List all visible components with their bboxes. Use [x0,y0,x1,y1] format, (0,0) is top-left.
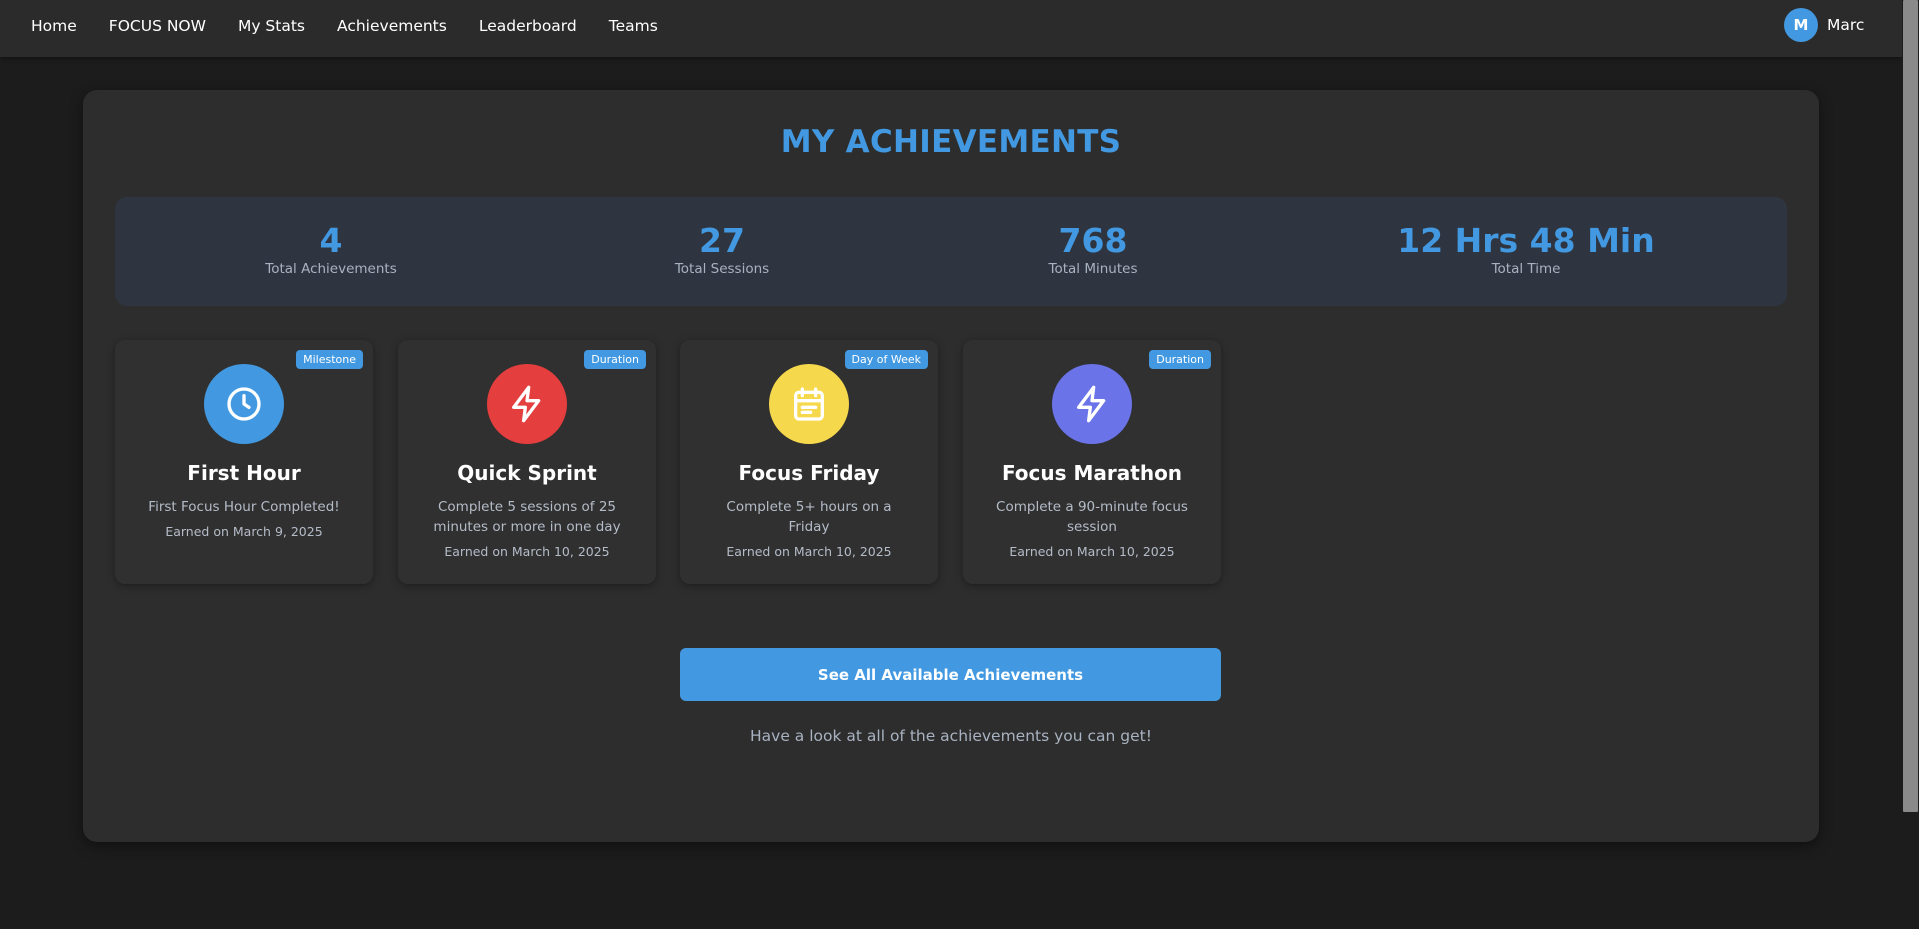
achievements-panel: MY ACHIEVEMENTS 4 Total Achievements 27 … [83,90,1819,842]
user-name[interactable]: Marc [1827,16,1864,34]
stat-value: 27 [699,221,745,260]
nav-link-teams[interactable]: Teams [609,17,658,35]
achievement-card-focus-marathon[interactable]: Duration Focus Marathon Complete a 90-mi… [963,340,1221,584]
calendar-icon [794,387,824,421]
stat-value: 4 [319,221,343,260]
achievement-title: Focus Marathon [1001,461,1183,485]
category-badge: Duration [1149,350,1211,369]
stat-value: 12 Hrs 48 Min [1397,221,1655,260]
stat-total-minutes: 768 Total Minutes [1048,221,1138,278]
nav-links: Home FOCUS NOW My Stats Achievements Lea… [31,0,690,51]
avatar[interactable]: M [1784,8,1818,42]
category-badge: Duration [584,350,646,369]
nav-link-home[interactable]: Home [31,17,77,35]
stat-label: Total Achievements [265,261,397,277]
stats-summary: 4 Total Achievements 27 Total Sessions 7… [115,197,1787,306]
category-badge: Milestone [296,350,363,369]
achievement-earned-date: Earned on March 9, 2025 [165,524,323,539]
achievement-earned-date: Earned on March 10, 2025 [444,544,610,559]
nav-link-my-stats[interactable]: My Stats [238,17,305,35]
achievement-body: Complete 5 sessions of 25 minutes or mor… [426,497,628,561]
achievement-description: Complete 5+ hours on a Friday [726,499,892,535]
achievement-icon-circle [487,364,567,444]
category-badge: Day of Week [844,350,928,369]
stat-total-sessions: 27 Total Sessions [674,221,770,278]
top-navbar: Home FOCUS NOW My Stats Achievements Lea… [0,0,1902,57]
achievement-title: Quick Sprint [457,461,597,485]
achievement-title: First Hour [187,461,301,485]
lightning-icon [511,385,541,423]
achievement-earned-date: Earned on March 10, 2025 [1009,544,1175,559]
achievement-icon-circle [1052,364,1132,444]
achievement-description: Complete a 90-minute focus session [996,499,1188,535]
nav-link-leaderboard[interactable]: Leaderboard [479,17,577,35]
achievement-card-quick-sprint[interactable]: Duration Quick Sprint Complete 5 session… [398,340,656,584]
achievement-title: Focus Friday [738,461,880,485]
user-menu[interactable]: M Marc [1784,8,1864,42]
achievement-card-focus-friday[interactable]: Day of Week Focus Friday Complete 5+ hou… [680,340,938,584]
clock-icon [227,387,261,421]
stat-label: Total Minutes [1048,261,1138,277]
achievement-icon-circle [769,364,849,444]
achievement-body: Complete 5+ hours on a Friday Earned on … [708,497,910,561]
see-all-subtext: Have a look at all of the achievements y… [750,727,1152,745]
achievement-card-first-hour[interactable]: Milestone First Hour First Focus Hour Co… [115,340,373,584]
see-all-achievements-button[interactable]: See All Available Achievements [680,648,1221,701]
achievement-description: First Focus Hour Completed! [148,499,340,515]
achievement-icon-circle [204,364,284,444]
page-title: MY ACHIEVEMENTS [780,124,1122,160]
achievement-body: First Focus Hour Completed! Earned on Ma… [143,497,345,541]
nav-link-achievements[interactable]: Achievements [337,17,447,35]
stat-label: Total Sessions [674,261,770,277]
scrollbar-thumb[interactable] [1903,0,1918,812]
lightning-icon [1077,385,1106,423]
stat-total-achievements: 4 Total Achievements [265,221,397,278]
stat-total-time: 12 Hrs 48 Min Total Time [1397,221,1655,278]
nav-link-focus-now[interactable]: FOCUS NOW [109,17,206,35]
stat-label: Total Time [1491,261,1561,277]
stat-value: 768 [1058,221,1128,260]
achievement-description: Complete 5 sessions of 25 minutes or mor… [433,499,621,535]
achievement-body: Complete a 90-minute focus session Earne… [991,497,1193,561]
achievement-earned-date: Earned on March 10, 2025 [726,544,892,559]
